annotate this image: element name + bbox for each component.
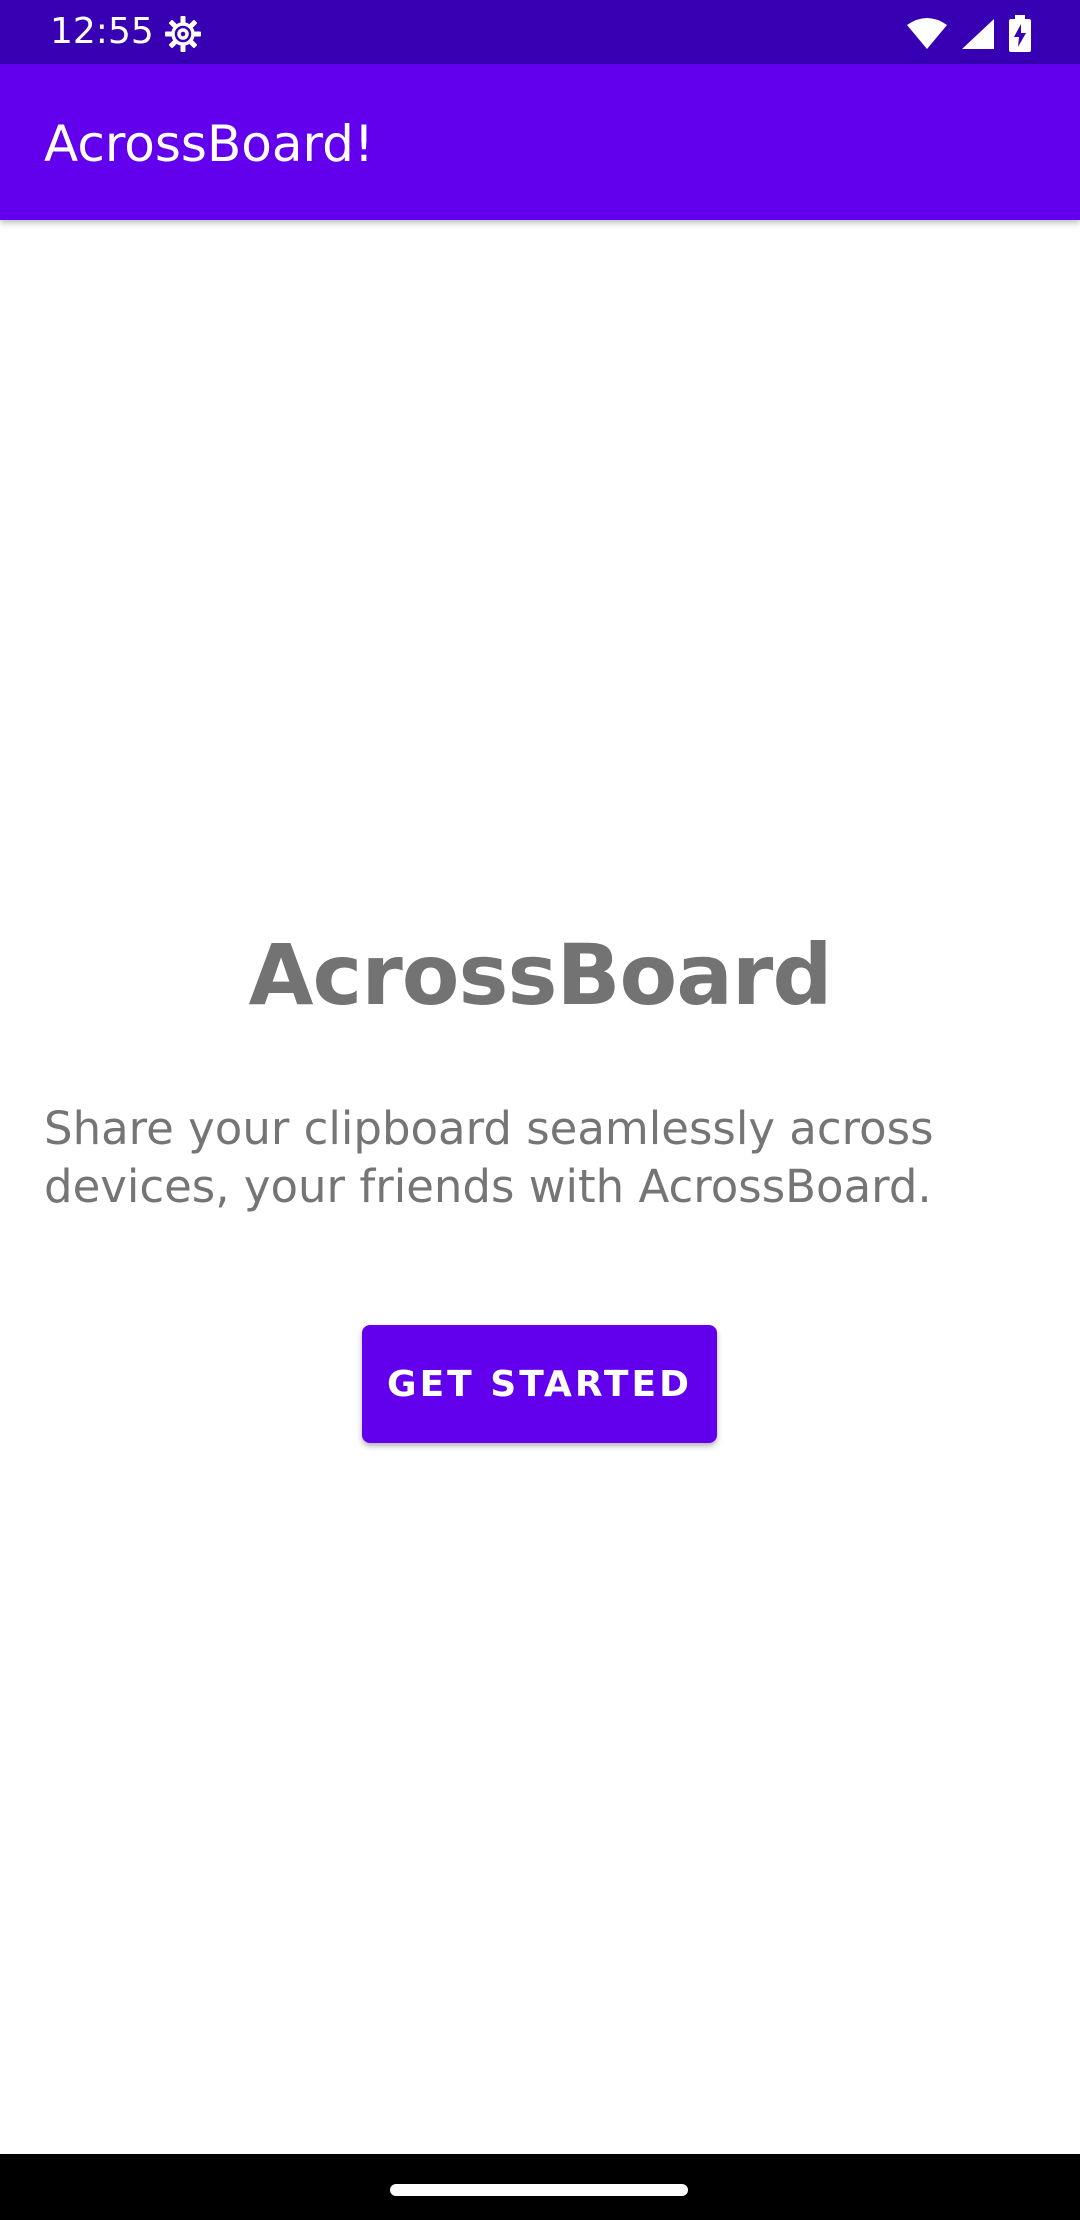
page-title: AcrossBoard	[248, 926, 833, 1024]
status-time: 12:55	[50, 11, 154, 52]
description-text: Share your clipboard seamlessly across d…	[44, 1102, 934, 1213]
app-bar: AcrossBoard!	[0, 64, 1080, 220]
battery-charging-icon	[1008, 15, 1032, 53]
cell-signal-icon	[960, 17, 996, 51]
status-bar: 12:55	[0, 0, 1080, 64]
status-icons	[906, 14, 1032, 54]
get-started-button[interactable]: GET STARTED	[362, 1325, 717, 1443]
wifi-icon	[906, 17, 948, 51]
home-gesture-handle[interactable]	[390, 2184, 688, 2196]
navigation-bar	[0, 2154, 1080, 2220]
app-title: AcrossBoard!	[44, 115, 374, 173]
settings-gear-icon	[163, 14, 203, 54]
